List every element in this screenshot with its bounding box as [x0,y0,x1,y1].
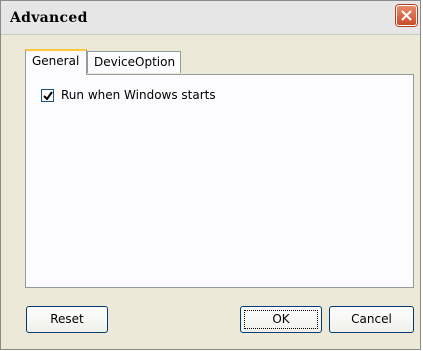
general-tab-panel: Run when Windows starts [25,74,414,288]
tab-general-label: General [32,54,80,68]
close-icon [401,10,412,21]
tab-general[interactable]: General [25,49,87,75]
tab-deviceoption[interactable]: DeviceOption [87,51,181,73]
advanced-dialog: Advanced General DeviceOption Run when W… [0,0,421,350]
window-title: Advanced [10,10,88,26]
close-button[interactable] [396,5,417,26]
ok-button-label: OK [272,312,290,326]
checkmark-icon [43,91,53,101]
ok-button[interactable]: OK [240,306,322,333]
run-on-startup-checkbox[interactable] [41,89,54,102]
reset-button[interactable]: Reset [26,306,108,333]
title-bar[interactable]: Advanced [1,1,420,35]
run-on-startup-label[interactable]: Run when Windows starts [61,88,216,102]
tab-deviceoption-label: DeviceOption [94,55,176,69]
cancel-button[interactable]: Cancel [329,306,414,333]
